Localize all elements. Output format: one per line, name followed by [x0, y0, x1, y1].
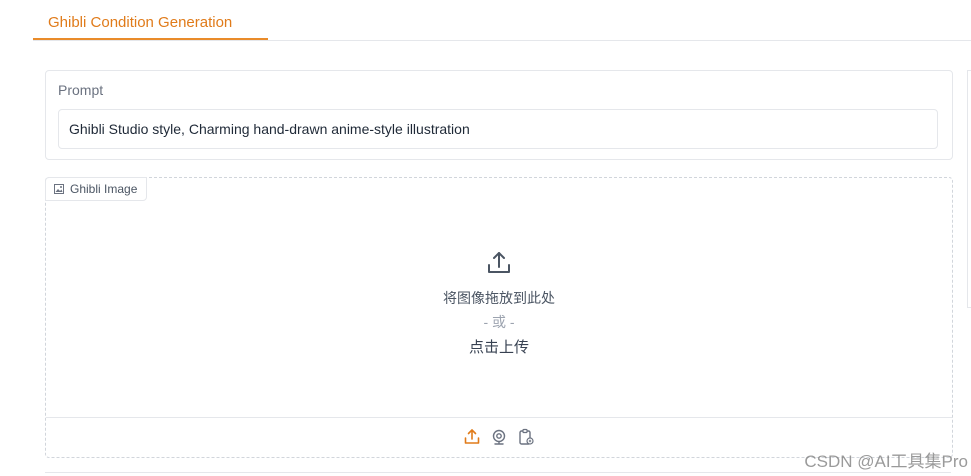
drop-here-text: 将图像拖放到此处	[443, 290, 555, 306]
image-icon	[54, 184, 64, 194]
next-block-edge	[45, 472, 951, 476]
image-upload-block: Ghibli Image 将图像拖放到此处 - 或 - 点击上传	[45, 177, 953, 458]
upload-icon	[486, 250, 512, 281]
tab-bar: Ghibli Condition Generation	[33, 0, 971, 41]
watermark: CSDN @AI工具集Pro	[804, 452, 968, 471]
clipboard-icon[interactable]	[517, 428, 535, 446]
prompt-block: Prompt	[45, 70, 953, 160]
image-label-text: Ghibli Image	[70, 182, 138, 196]
image-drop-zone[interactable]: 将图像拖放到此处 - 或 - 点击上传	[46, 200, 952, 417]
webcam-icon[interactable]	[490, 428, 508, 446]
tab-ghibli-condition-generation[interactable]: Ghibli Condition Generation	[33, 0, 268, 40]
upload-source-icon[interactable]	[463, 428, 481, 446]
right-panel-edge	[967, 70, 971, 308]
image-label: Ghibli Image	[45, 177, 148, 201]
prompt-input[interactable]	[58, 109, 938, 149]
click-upload-text[interactable]: 点击上传	[46, 336, 952, 357]
or-text: - 或 -	[483, 314, 515, 330]
prompt-label: Prompt	[58, 82, 104, 98]
